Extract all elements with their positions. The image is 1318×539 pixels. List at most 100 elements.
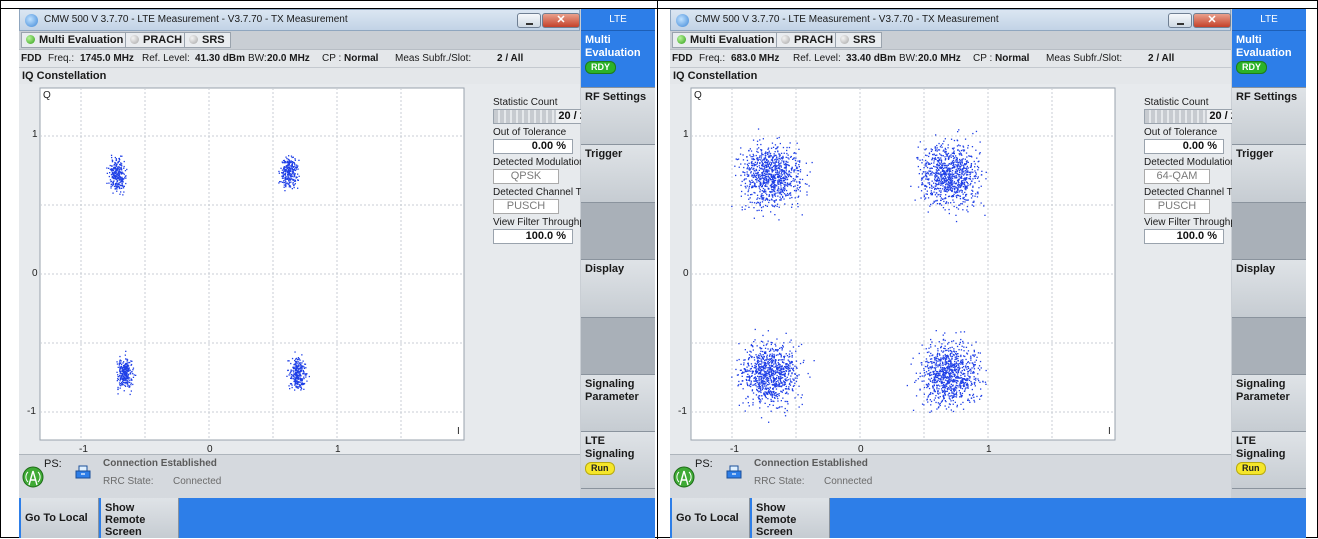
constellation-point	[746, 376, 748, 378]
constellation-point	[938, 172, 940, 174]
constellation-point	[294, 371, 297, 374]
constellation-point	[809, 171, 811, 173]
window-titlebar[interactable]: CMW 500 V 3.7.70 - LTE Measurement - V3.…	[19, 9, 580, 31]
constellation-point	[923, 195, 925, 198]
constellation-point	[938, 149, 941, 151]
sidebar-empty-button-2[interactable]	[581, 318, 655, 375]
sidebar-display-button[interactable]: Display	[581, 260, 655, 318]
window-title: CMW 500 V 3.7.70 - LTE Measurement - V3.…	[44, 14, 348, 25]
constellation-point	[938, 167, 940, 169]
constellation-point	[278, 182, 280, 184]
go-to-local-button[interactable]: Go To Local	[672, 498, 750, 538]
sidebar-multi-evaluation-button[interactable]: Multi Evaluation RDY	[581, 31, 655, 88]
tab-prach[interactable]: PRACH	[125, 32, 189, 48]
go-to-local-button[interactable]: Go To Local	[21, 498, 99, 538]
constellation-point	[119, 176, 121, 178]
constellation-point	[945, 177, 947, 179]
constellation-point	[946, 189, 948, 191]
sidebar-signaling-parameter-button[interactable]: Signaling Parameter	[581, 375, 655, 432]
constellation-point	[776, 371, 778, 373]
constellation-point	[753, 341, 755, 343]
constellation-point	[952, 385, 954, 387]
close-button[interactable]: ✕	[542, 13, 580, 28]
sidebar-lte-header[interactable]: LTE	[1232, 9, 1306, 31]
constellation-point	[953, 201, 955, 203]
tab-srs[interactable]: SRS	[835, 32, 882, 48]
constellation-point	[939, 396, 941, 398]
sidebar-lte-header[interactable]: LTE	[581, 9, 655, 31]
sidebar-empty-button-2[interactable]	[1232, 318, 1306, 375]
constellation-point	[953, 147, 955, 149]
sidebar-rf-settings-button[interactable]: RF Settings	[581, 88, 655, 145]
constellation-point	[752, 404, 754, 406]
sidebar-empty-button-1[interactable]	[1232, 203, 1306, 260]
constellation-point	[788, 386, 790, 388]
constellation-point	[757, 363, 760, 366]
constellation-point	[966, 168, 968, 171]
constellation-point	[283, 167, 285, 170]
constellation-point	[121, 155, 123, 157]
constellation-point	[960, 355, 962, 358]
constellation-point	[794, 185, 796, 187]
constellation-point	[961, 171, 963, 173]
constellation-point	[952, 195, 954, 197]
ref-level-value: 33.40 dBm	[846, 53, 897, 64]
constellation-point	[955, 365, 958, 368]
minimize-button[interactable]	[1168, 13, 1192, 28]
constellation-point	[946, 377, 948, 380]
sidebar-rf-settings-button[interactable]: RF Settings	[1232, 88, 1306, 145]
constellation-point	[970, 359, 972, 361]
constellation-point	[928, 361, 930, 364]
minimize-button[interactable]	[517, 13, 541, 28]
constellation-point	[778, 367, 780, 369]
constellation-point	[116, 166, 118, 168]
constellation-point	[970, 355, 972, 357]
constellation-point	[947, 164, 949, 166]
constellation-point	[936, 384, 938, 387]
constellation-point	[777, 161, 780, 163]
constellation-point	[947, 147, 949, 149]
sidebar-trigger-button[interactable]: Trigger	[1232, 145, 1306, 203]
sidebar-display-button[interactable]: Display	[1232, 260, 1306, 318]
constellation-point	[941, 146, 943, 148]
constellation-point	[942, 177, 945, 179]
show-remote-screen-button[interactable]: Show Remote Screen	[752, 498, 830, 538]
constellation-point	[758, 187, 761, 189]
tab-multi-evaluation[interactable]: Multi Evaluation	[21, 32, 130, 48]
constellation-point	[119, 377, 121, 379]
constellation-point	[935, 183, 937, 185]
tab-prach[interactable]: PRACH	[776, 32, 840, 48]
constellation-point	[788, 146, 791, 149]
constellation-point	[961, 180, 963, 182]
sidebar-multi-evaluation-button[interactable]: Multi Evaluation RDY	[1232, 31, 1306, 88]
constellation-point	[957, 184, 959, 187]
tab-multi-evaluation[interactable]: Multi Evaluation	[672, 32, 781, 48]
constellation-point	[952, 366, 955, 368]
constellation-point	[785, 189, 788, 192]
constellation-point	[790, 185, 792, 187]
constellation-point	[744, 182, 747, 185]
subframe-label: Meas Subfr./Slot:	[1046, 53, 1123, 64]
window-titlebar[interactable]: CMW 500 V 3.7.70 - LTE Measurement - V3.…	[670, 9, 1231, 31]
constellation-point	[284, 190, 286, 192]
constellation-point	[119, 158, 121, 161]
constellation-point	[774, 166, 776, 169]
sidebar-signaling-parameter-button[interactable]: Signaling Parameter	[1232, 375, 1306, 432]
constellation-point	[961, 170, 963, 172]
sidebar-trigger-button[interactable]: Trigger	[581, 145, 655, 203]
constellation-point	[760, 181, 762, 183]
sidebar-lte-signaling-button[interactable]: LTE Signaling Run	[581, 432, 655, 489]
constellation-point	[124, 385, 127, 387]
constellation-point	[111, 176, 113, 178]
sidebar-empty-button-1[interactable]	[581, 203, 655, 260]
show-remote-screen-button[interactable]: Show Remote Screen	[101, 498, 179, 538]
constellation-point	[751, 201, 753, 204]
constellation-point	[937, 402, 939, 404]
constellation-point	[765, 204, 767, 207]
close-button[interactable]: ✕	[1193, 13, 1231, 28]
constellation-point	[766, 180, 768, 182]
tab-srs[interactable]: SRS	[184, 32, 231, 48]
constellation-point	[795, 162, 797, 164]
constellation-point	[122, 187, 125, 189]
sidebar-lte-signaling-button[interactable]: LTE Signaling Run	[1232, 432, 1306, 489]
